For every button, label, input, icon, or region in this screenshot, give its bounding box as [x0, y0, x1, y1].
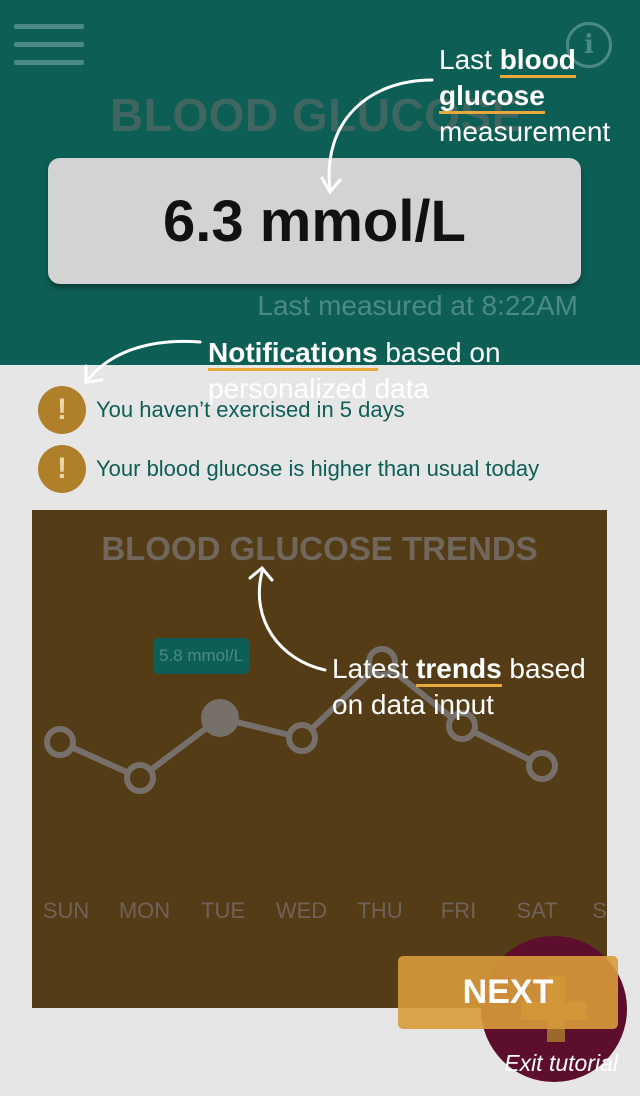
data-point[interactable] — [44, 726, 76, 758]
data-point[interactable] — [526, 750, 558, 782]
x-tick-label: SUN — [43, 898, 89, 923]
data-point[interactable] — [201, 699, 239, 737]
x-tick-label: FRI — [441, 898, 476, 923]
annotation-highlight: trends — [416, 653, 502, 687]
x-tick-label: WED — [276, 898, 327, 923]
annotation-notifications: Notifications based on personalized data — [208, 335, 501, 407]
annotation-highlight: Notifications — [208, 337, 378, 371]
annotation-text: Last — [439, 44, 500, 75]
notification-text: Your blood glucose is higher than usual … — [96, 456, 540, 481]
glucose-reading-card[interactable]: 6.3 mmol/L — [48, 158, 581, 284]
data-point[interactable] — [124, 762, 156, 794]
data-point[interactable] — [286, 722, 318, 754]
x-tick-label: SAT — [516, 898, 557, 923]
annotation-highlight: blood — [499, 44, 576, 78]
last-measured-text: Last measured at 8:22AM — [257, 290, 578, 321]
annotation-text: Latest — [332, 653, 417, 684]
trends-card: BLOOD GLUCOSE TRENDS SUN MON TUE WED THU FRI S… — [32, 510, 607, 1008]
annotation-text: based — [501, 653, 586, 684]
x-tick-label: SUN — [592, 898, 607, 923]
annotation-text: on data input — [332, 689, 494, 720]
arrow-icon — [84, 364, 104, 384]
notification-item[interactable]: ! Your blood glucose is higher than usua… — [38, 445, 540, 493]
annotation-text: personalized data — [208, 373, 430, 404]
annotation-highlight: glucose — [439, 80, 545, 114]
value-tooltip: 5.8 mmol/L — [153, 638, 250, 674]
annotation-text: measurement — [439, 116, 611, 147]
alert-icon: ! — [38, 386, 86, 434]
annotation-text: based on — [377, 337, 501, 368]
alert-icon: ! — [38, 445, 86, 493]
x-tick-label: THU — [357, 898, 402, 923]
annotation-trends: Latest trends based on data input — [332, 651, 586, 723]
x-tick-label: TUE — [201, 898, 245, 923]
next-button[interactable]: NEXT — [398, 956, 618, 1029]
x-tick-label: MON — [119, 898, 170, 923]
exit-tutorial-link[interactable]: Exit tutorial — [504, 1050, 618, 1077]
glucose-reading-value: 6.3 mmol/L — [163, 188, 466, 254]
annotation-last-measurement: Last blood glucose measurement — [439, 42, 610, 150]
menu-icon[interactable] — [14, 24, 84, 66]
trends-chart: SUN MON TUE WED THU FRI SAT SUN — [43, 646, 607, 923]
